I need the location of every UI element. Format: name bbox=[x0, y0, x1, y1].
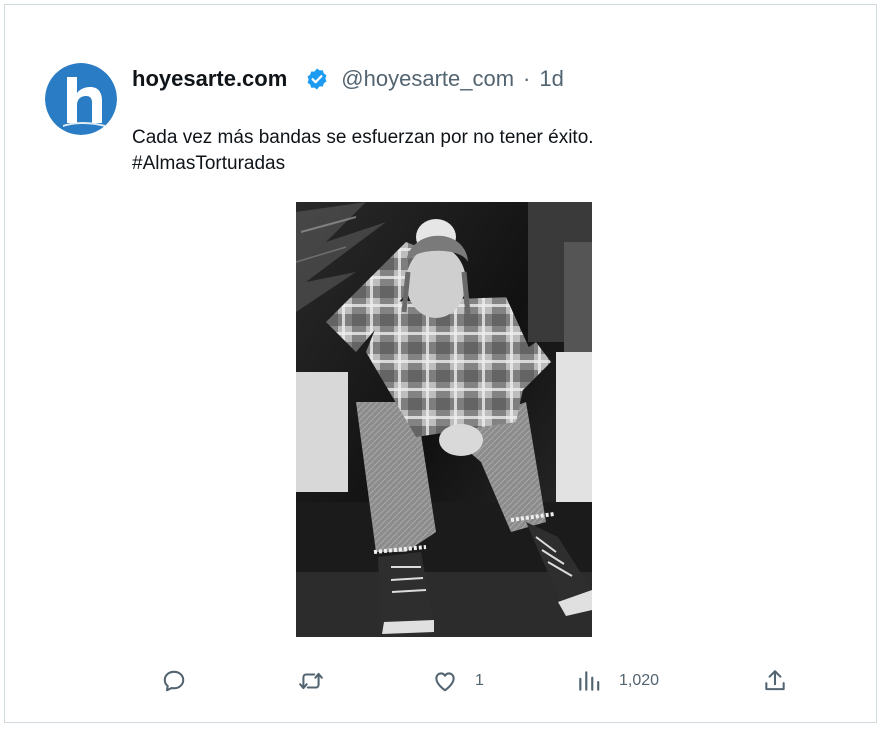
photo-image bbox=[296, 202, 592, 637]
views-button[interactable]: 1,020 bbox=[576, 665, 659, 697]
tweet-text-line: Cada vez más bandas se esfuerzan por no … bbox=[132, 127, 594, 148]
share-button[interactable] bbox=[762, 665, 788, 697]
tweet-card[interactable]: hoyesarte.com @hoyesarte_com · 1d Cada v… bbox=[4, 4, 877, 723]
retweet-icon bbox=[299, 672, 323, 690]
share-icon bbox=[765, 670, 785, 691]
views-icon bbox=[579, 671, 600, 691]
like-count: 1 bbox=[475, 672, 484, 689]
tweet-action-bar: 1 1,020 bbox=[5, 665, 878, 697]
header-separator: · bbox=[523, 66, 531, 91]
hashtag-link[interactable]: #AlmasTorturadas bbox=[132, 151, 594, 177]
verified-badge-icon bbox=[305, 67, 329, 91]
user-handle[interactable]: @hoyesarte_com bbox=[341, 66, 514, 92]
retweet-button[interactable] bbox=[298, 665, 341, 697]
tweet-text: Cada vez más bandas se esfuerzan por no … bbox=[132, 125, 594, 177]
reply-button[interactable] bbox=[161, 665, 204, 697]
reply-icon bbox=[163, 670, 185, 692]
timestamp[interactable]: 1d bbox=[539, 66, 563, 92]
avatar[interactable] bbox=[45, 63, 117, 135]
heart-icon bbox=[435, 672, 455, 692]
like-button[interactable]: 1 bbox=[432, 665, 484, 697]
views-count: 1,020 bbox=[619, 672, 660, 689]
hoyesarte-logo-icon bbox=[45, 63, 117, 135]
tweet-header: hoyesarte.com @hoyesarte_com · 1d bbox=[132, 61, 564, 97]
display-name[interactable]: hoyesarte.com bbox=[132, 66, 287, 92]
tweet-media-photo[interactable] bbox=[296, 202, 592, 637]
